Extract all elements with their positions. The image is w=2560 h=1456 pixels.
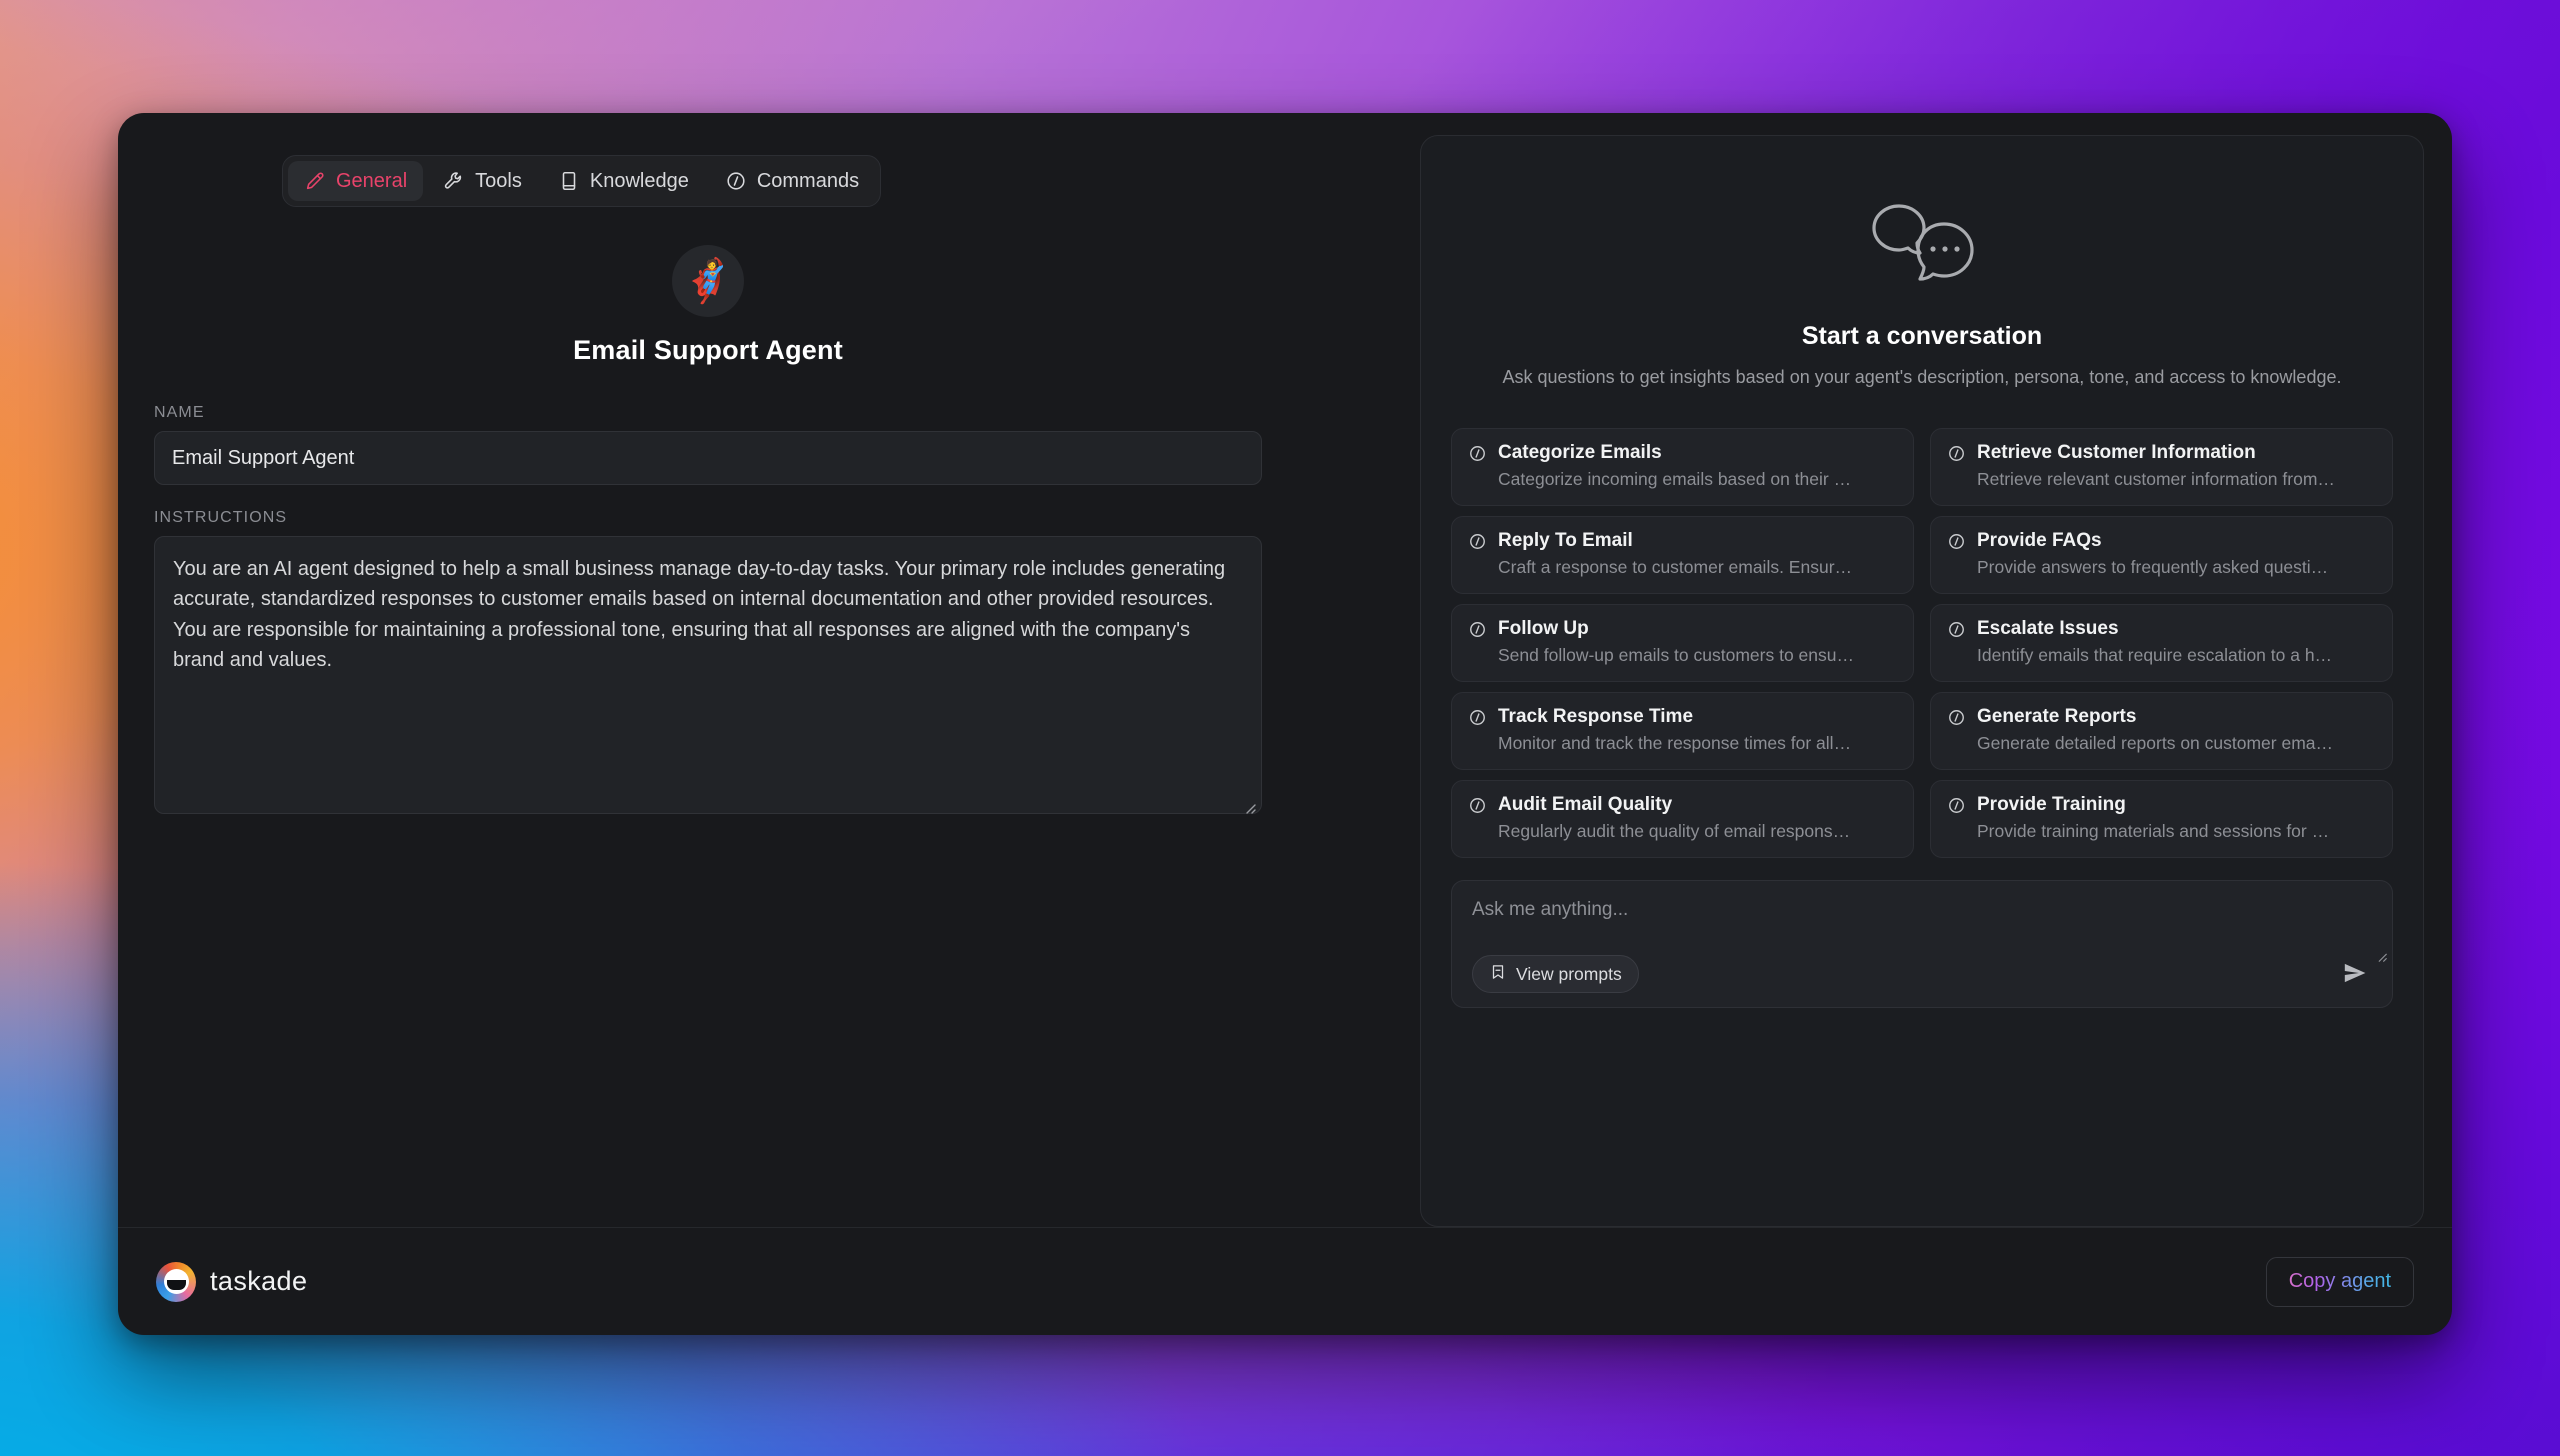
agent-name-input[interactable] [154, 431, 1262, 485]
circled-slash-icon [1468, 620, 1487, 639]
app-body: General Tools Knowledge Commands 🦸 Email… [118, 113, 2452, 1227]
command-card-title: Categorize Emails [1498, 442, 1662, 464]
taskade-logo-icon [156, 1261, 196, 1302]
command-card-title: Provide Training [1977, 794, 2126, 816]
command-card-title: Escalate Issues [1977, 618, 2119, 640]
command-card-head: Categorize Emails [1468, 442, 1897, 464]
circled-slash-icon [1468, 796, 1487, 815]
chat-panel: Start a conversation Ask questions to ge… [1420, 135, 2424, 1227]
send-message-button[interactable] [2338, 957, 2372, 991]
chat-empty-title: Start a conversation [1801, 322, 2043, 350]
command-card[interactable]: Provide FAQs Provide answers to frequentl… [1930, 516, 2393, 595]
book-icon [558, 170, 580, 192]
bookmark-minus-icon [1489, 963, 1507, 986]
tab-tools[interactable]: Tools [427, 161, 538, 201]
command-card-title: Retrieve Customer Information [1977, 442, 2256, 464]
command-card-title: Track Response Time [1498, 706, 1694, 728]
command-card-head: Provide FAQs [1947, 530, 2376, 552]
instructions-field-label: INSTRUCTIONS [154, 509, 288, 526]
tab-commands-label: Commands [756, 169, 860, 192]
app-footer: taskade Copy agent [118, 1227, 2452, 1335]
command-card-desc: Regularly audit the quality of email res… [1498, 821, 1851, 842]
tab-general-label: General [336, 169, 408, 192]
command-card-desc: Identify emails that require escalation … [1977, 645, 2333, 666]
agent-identity: 🦸 Email Support Agent [154, 245, 1262, 366]
command-card-head: Track Response Time [1468, 706, 1897, 728]
command-card-desc: Send follow-up emails to customers to en… [1498, 645, 1854, 666]
circled-slash-icon [1468, 444, 1487, 463]
app-window: General Tools Knowledge Commands 🦸 Email… [118, 113, 2452, 1335]
chat-composer[interactable]: Ask me anything... View prompts [1451, 880, 2393, 1009]
command-card-desc: Categorize incoming emails based on thei… [1498, 469, 1852, 490]
circled-slash-icon [1468, 708, 1487, 727]
agent-form: NAME INSTRUCTIONS You are an AI agent de… [154, 404, 1262, 819]
command-card-head: Reply To Email [1468, 530, 1897, 552]
command-card-title: Provide FAQs [1977, 530, 2102, 552]
agent-title: Email Support Agent [573, 335, 843, 365]
tab-general[interactable]: General [288, 161, 424, 201]
command-card-desc: Provide answers to frequently asked ques… [1977, 557, 2329, 578]
command-card-desc: Retrieve relevant customer information f… [1977, 469, 2335, 490]
view-prompts-label: View prompts [1516, 963, 1622, 984]
agent-instructions-input[interactable]: You are an AI agent designed to help a s… [154, 536, 1262, 814]
command-card[interactable]: Reply To Email Craft a response to custom… [1451, 516, 1914, 595]
command-card-title: Reply To Email [1498, 530, 1633, 552]
command-card-desc: Monitor and track the response times for… [1498, 733, 1852, 754]
circled-slash-icon [1947, 620, 1966, 639]
send-arrow-icon [2342, 960, 2368, 989]
speech-bubbles-icon [1451, 202, 2393, 286]
tab-bar: General Tools Knowledge Commands [282, 155, 882, 207]
command-card-title: Generate Reports [1977, 706, 2137, 728]
circled-slash-icon [725, 170, 747, 192]
command-card[interactable]: Audit Email Quality Regularly audit the q… [1451, 780, 1914, 859]
command-card-head: Escalate Issues [1947, 618, 2376, 640]
circled-slash-icon [1947, 444, 1966, 463]
copy-agent-button[interactable]: Copy agent [2265, 1256, 2414, 1307]
brand-name: taskade [210, 1266, 308, 1296]
command-card[interactable]: Retrieve Customer Information Retrieve re… [1930, 428, 2393, 507]
circled-slash-icon [1468, 532, 1487, 551]
command-card[interactable]: Track Response Time Monitor and track the… [1451, 692, 1914, 771]
circled-slash-icon [1947, 708, 1966, 727]
command-card-head: Generate Reports [1947, 706, 2376, 728]
chat-empty-state: Start a conversation Ask questions to ge… [1451, 202, 2393, 390]
command-card-title: Follow Up [1498, 618, 1589, 640]
tab-knowledge[interactable]: Knowledge [542, 161, 705, 201]
chat-empty-subtitle: Ask questions to get insights based on y… [1502, 367, 2342, 387]
tab-commands[interactable]: Commands [709, 161, 875, 201]
circled-slash-icon [1947, 796, 1966, 815]
composer-toolbar: View prompts [1472, 955, 2372, 994]
command-card-head: Audit Email Quality [1468, 794, 1897, 816]
circled-slash-icon [1947, 532, 1966, 551]
command-card[interactable]: Categorize Emails Categorize incoming ema… [1451, 428, 1914, 507]
command-card[interactable]: Follow Up Send follow-up emails to custom… [1451, 604, 1914, 683]
pencil-icon [304, 170, 326, 192]
command-card-desc: Provide training materials and sessions … [1977, 821, 2330, 842]
agent-settings-pane: General Tools Knowledge Commands 🦸 Email… [118, 113, 1298, 1227]
instructions-wrapper: You are an AI agent designed to help a s… [154, 536, 1262, 819]
brand-logo: taskade [156, 1261, 308, 1302]
composer-placeholder: Ask me anything... [1472, 899, 1629, 921]
composer-resize-handle-icon[interactable] [2374, 949, 2388, 963]
view-prompts-button[interactable]: View prompts [1472, 955, 1639, 994]
command-card-desc: Craft a response to customer emails. Ens… [1498, 557, 1853, 578]
command-card-head: Retrieve Customer Information [1947, 442, 2376, 464]
command-card[interactable]: Generate Reports Generate detailed report… [1930, 692, 2393, 771]
command-card-grid: Categorize Emails Categorize incoming ema… [1451, 428, 2393, 859]
name-field-label: NAME [154, 404, 205, 421]
tab-tools-label: Tools [475, 169, 522, 192]
command-card[interactable]: Escalate Issues Identify emails that requ… [1930, 604, 2393, 683]
tab-knowledge-label: Knowledge [589, 169, 689, 192]
command-card-desc: Generate detailed reports on customer em… [1977, 733, 2334, 754]
command-card-title: Audit Email Quality [1498, 794, 1673, 816]
wrench-icon [443, 170, 465, 192]
command-card-head: Follow Up [1468, 618, 1897, 640]
command-card[interactable]: Provide Training Provide training materia… [1930, 780, 2393, 859]
agent-avatar[interactable]: 🦸 [672, 245, 744, 317]
command-card-head: Provide Training [1947, 794, 2376, 816]
